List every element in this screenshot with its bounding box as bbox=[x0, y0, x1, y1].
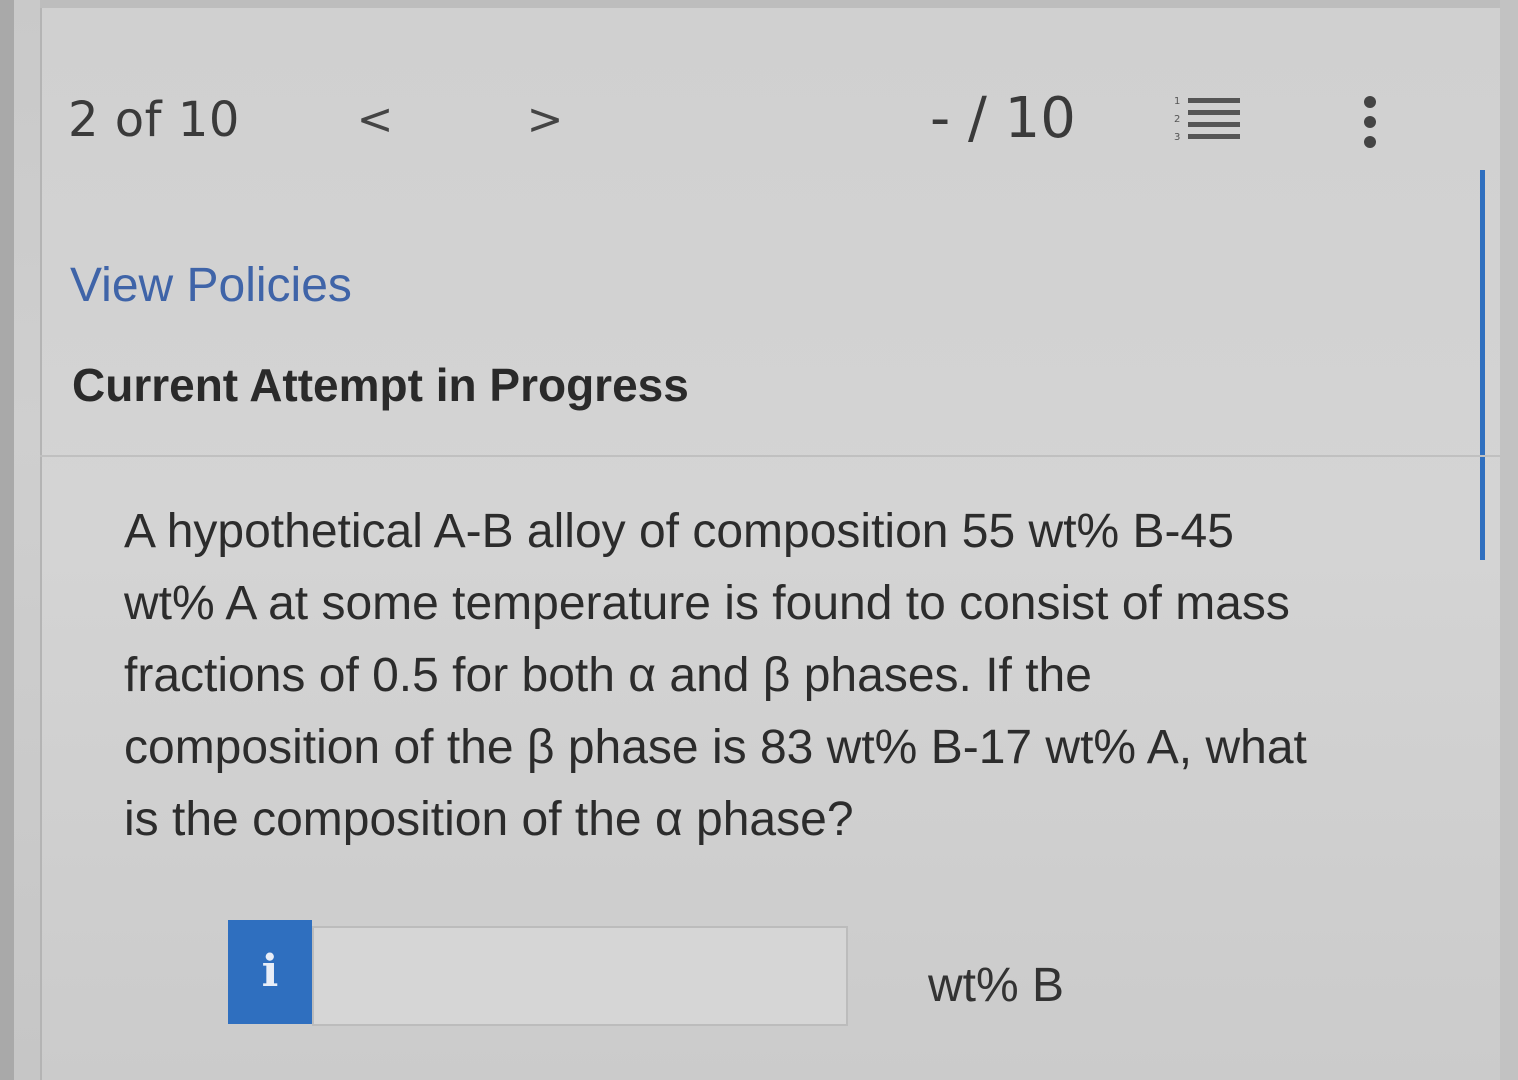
question-line: wt% A at some temperature is found to co… bbox=[124, 577, 1290, 630]
question-line: composition of the β phase is 83 wt% B-1… bbox=[124, 721, 1307, 774]
question-line: fractions of 0.5 for both α and β phases… bbox=[124, 649, 1092, 702]
section-divider bbox=[40, 455, 1500, 457]
card-top-divider bbox=[40, 0, 1500, 8]
view-policies-link[interactable]: View Policies bbox=[70, 258, 352, 313]
svg-text:1: 1 bbox=[1174, 96, 1180, 107]
previous-question-button[interactable]: < bbox=[350, 90, 400, 150]
attempt-status-heading: Current Attempt in Progress bbox=[72, 359, 689, 411]
screen: 2 of 10 < > - / 10 1 2 3 View Policies C… bbox=[0, 0, 1518, 1080]
answer-input[interactable] bbox=[312, 926, 848, 1026]
answer-unit-label: wt% B bbox=[928, 959, 1065, 1012]
info-button[interactable]: i bbox=[228, 920, 312, 1024]
scroll-accent-bar[interactable] bbox=[1480, 170, 1485, 560]
next-question-button[interactable]: > bbox=[520, 90, 570, 150]
question-line: A hypothetical A-B alloy of composition … bbox=[124, 505, 1234, 558]
more-vertical-icon[interactable] bbox=[1355, 92, 1385, 152]
score-display: - / 10 bbox=[930, 86, 1076, 151]
left-bezel bbox=[0, 0, 14, 1080]
question-counter: 2 of 10 bbox=[68, 92, 240, 148]
right-panel-edge bbox=[1500, 0, 1518, 1080]
svg-text:3: 3 bbox=[1174, 132, 1180, 143]
question-line: is the composition of the α phase? bbox=[124, 793, 854, 846]
numbered-list-icon[interactable]: 1 2 3 bbox=[1172, 92, 1242, 148]
question-text: A hypothetical A-B alloy of composition … bbox=[124, 496, 1384, 856]
svg-text:2: 2 bbox=[1174, 114, 1180, 125]
